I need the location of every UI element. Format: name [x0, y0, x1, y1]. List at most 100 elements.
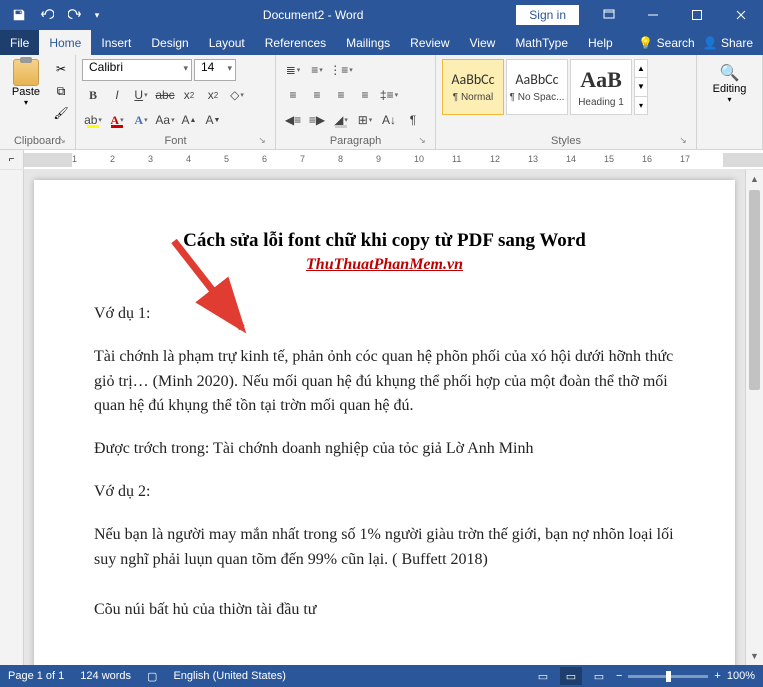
strikethrough-button[interactable]: abc — [154, 84, 176, 106]
zoom-in-icon[interactable]: + — [714, 670, 720, 682]
style-no-spacing[interactable]: AaBbCc ¶ No Spac... — [506, 59, 568, 115]
align-right-button[interactable]: ≡ — [330, 84, 352, 106]
clipboard-launcher-icon[interactable]: ↘ — [57, 135, 67, 145]
editing-button[interactable]: 🔍 Editing ▾ — [703, 59, 756, 104]
styles-down-icon[interactable]: ▼ — [635, 78, 647, 96]
status-bar: Page 1 of 1 124 words ▢ English (United … — [0, 665, 763, 687]
subscript-button[interactable]: x2 — [178, 84, 200, 106]
tab-selector-icon[interactable]: ⌐ — [0, 150, 24, 169]
tab-design[interactable]: Design — [141, 30, 198, 55]
italic-button[interactable]: I — [106, 84, 128, 106]
justify-button[interactable]: ≡ — [354, 84, 376, 106]
zoom-level[interactable]: 100% — [727, 670, 755, 682]
close-icon[interactable] — [719, 0, 763, 30]
format-painter-icon[interactable]: 🖌 — [50, 103, 72, 123]
superscript-button[interactable]: x2 — [202, 84, 224, 106]
font-color-button[interactable]: A — [106, 109, 128, 131]
align-left-button[interactable]: ≡ — [282, 84, 304, 106]
ruler-tick: 17 — [680, 154, 690, 164]
ribbon: Paste▾ ✂ ⧉ 🖌 Clipboard↘ Calibri 14 B I U… — [0, 55, 763, 150]
zoom-out-icon[interactable]: − — [616, 670, 622, 682]
signin-button[interactable]: Sign in — [516, 5, 579, 25]
ribbon-display-options-icon[interactable] — [587, 0, 631, 30]
style-normal[interactable]: AaBbCc ¶ Normal — [442, 59, 504, 115]
styles-gallery-nav: ▲ ▼ ▾ — [634, 59, 648, 115]
line-spacing-button[interactable]: ‡≡ — [378, 84, 400, 106]
ruler-tick: 13 — [528, 154, 538, 164]
numbering-button[interactable]: ≡ — [306, 59, 328, 81]
font-name-select[interactable]: Calibri — [82, 59, 192, 81]
status-proofing-icon[interactable]: ▢ — [147, 670, 157, 683]
web-layout-icon[interactable]: ▭ — [588, 667, 610, 685]
vertical-ruler[interactable] — [0, 170, 24, 665]
shading-button[interactable]: ◢ — [330, 109, 352, 131]
zoom-slider[interactable] — [628, 675, 708, 678]
tab-view[interactable]: View — [460, 30, 506, 55]
undo-icon[interactable] — [34, 2, 60, 28]
horizontal-ruler[interactable]: ⌐ 1234567891011121314151617 — [0, 150, 763, 170]
annotation-arrow-icon — [164, 236, 284, 356]
print-layout-icon[interactable]: ▭ — [560, 667, 582, 685]
qat-customize-icon[interactable]: ▾ — [90, 2, 104, 28]
tab-layout[interactable]: Layout — [199, 30, 255, 55]
scroll-down-icon[interactable]: ▼ — [746, 647, 763, 665]
underline-button[interactable]: U — [130, 84, 152, 106]
change-case-button[interactable]: Aa — [154, 109, 176, 131]
paragraph-launcher-icon[interactable]: ↘ — [417, 135, 427, 145]
find-icon: 🔍 — [720, 63, 740, 83]
ruler-tick: 2 — [110, 154, 115, 164]
tab-help[interactable]: Help — [578, 30, 623, 55]
vertical-scrollbar[interactable]: ▲ ▼ — [745, 170, 763, 665]
tab-mathtype[interactable]: MathType — [505, 30, 578, 55]
save-icon[interactable] — [6, 2, 32, 28]
redo-icon[interactable] — [62, 2, 88, 28]
status-words[interactable]: 124 words — [80, 670, 131, 682]
status-page[interactable]: Page 1 of 1 — [8, 670, 64, 682]
status-language[interactable]: English (United States) — [173, 670, 286, 682]
font-launcher-icon[interactable]: ↘ — [257, 135, 267, 145]
read-mode-icon[interactable]: ▭ — [532, 667, 554, 685]
scroll-up-icon[interactable]: ▲ — [746, 170, 763, 188]
copy-icon[interactable]: ⧉ — [50, 81, 72, 101]
multilevel-list-button[interactable]: ⋮≡ — [330, 59, 352, 81]
shrink-font-icon[interactable]: A▼ — [202, 109, 224, 131]
borders-button[interactable]: ⊞ — [354, 109, 376, 131]
styles-up-icon[interactable]: ▲ — [635, 60, 647, 78]
cut-icon[interactable]: ✂ — [50, 59, 72, 79]
tab-mailings[interactable]: Mailings — [336, 30, 400, 55]
doc-paragraph: Vớ dụ 2: — [94, 480, 675, 505]
share-button[interactable]: 👤 Share — [703, 36, 753, 50]
tab-home[interactable]: Home — [39, 30, 91, 55]
minimize-icon[interactable] — [631, 0, 675, 30]
document-page[interactable]: Cách sửa lỗi font chữ khi copy từ PDF sa… — [34, 180, 735, 665]
tab-references[interactable]: References — [255, 30, 336, 55]
ruler-tick: 12 — [490, 154, 500, 164]
tab-file[interactable]: File — [0, 30, 39, 55]
ruler-tick: 4 — [186, 154, 191, 164]
scroll-thumb[interactable] — [749, 190, 760, 390]
font-size-select[interactable]: 14 — [194, 59, 236, 81]
decrease-indent-icon[interactable]: ◀≡ — [282, 109, 304, 131]
text-highlight-button[interactable]: ab — [82, 109, 104, 131]
doc-title: Cách sửa lỗi font chữ khi copy từ PDF sa… — [94, 230, 675, 252]
align-center-button[interactable]: ≡ — [306, 84, 328, 106]
bold-button[interactable]: B — [82, 84, 104, 106]
clipboard-icon — [13, 59, 39, 86]
maximize-icon[interactable] — [675, 0, 719, 30]
increase-indent-icon[interactable]: ≡▶ — [306, 109, 328, 131]
paste-button[interactable]: Paste▾ — [6, 59, 46, 107]
bullets-button[interactable]: ≣ — [282, 59, 304, 81]
tell-me-search[interactable]: 💡 Search — [638, 36, 694, 50]
group-paragraph: ≣ ≡ ⋮≡ ≡ ≡ ≡ ≡ ‡≡ ◀≡ ≡▶ ◢ ⊞ A↓ ¶ Paragra… — [276, 55, 436, 149]
show-marks-icon[interactable]: ¶ — [402, 109, 424, 131]
sort-icon[interactable]: A↓ — [378, 109, 400, 131]
styles-more-icon[interactable]: ▾ — [635, 97, 647, 114]
styles-launcher-icon[interactable]: ↘ — [678, 135, 688, 145]
grow-font-icon[interactable]: A▲ — [178, 109, 200, 131]
style-heading-1[interactable]: AaB Heading 1 — [570, 59, 632, 115]
ruler-tick: 9 — [376, 154, 381, 164]
tab-review[interactable]: Review — [400, 30, 459, 55]
text-effects-button[interactable]: A — [130, 109, 152, 131]
clear-formatting-icon[interactable]: ◇ — [226, 84, 248, 106]
tab-insert[interactable]: Insert — [91, 30, 141, 55]
